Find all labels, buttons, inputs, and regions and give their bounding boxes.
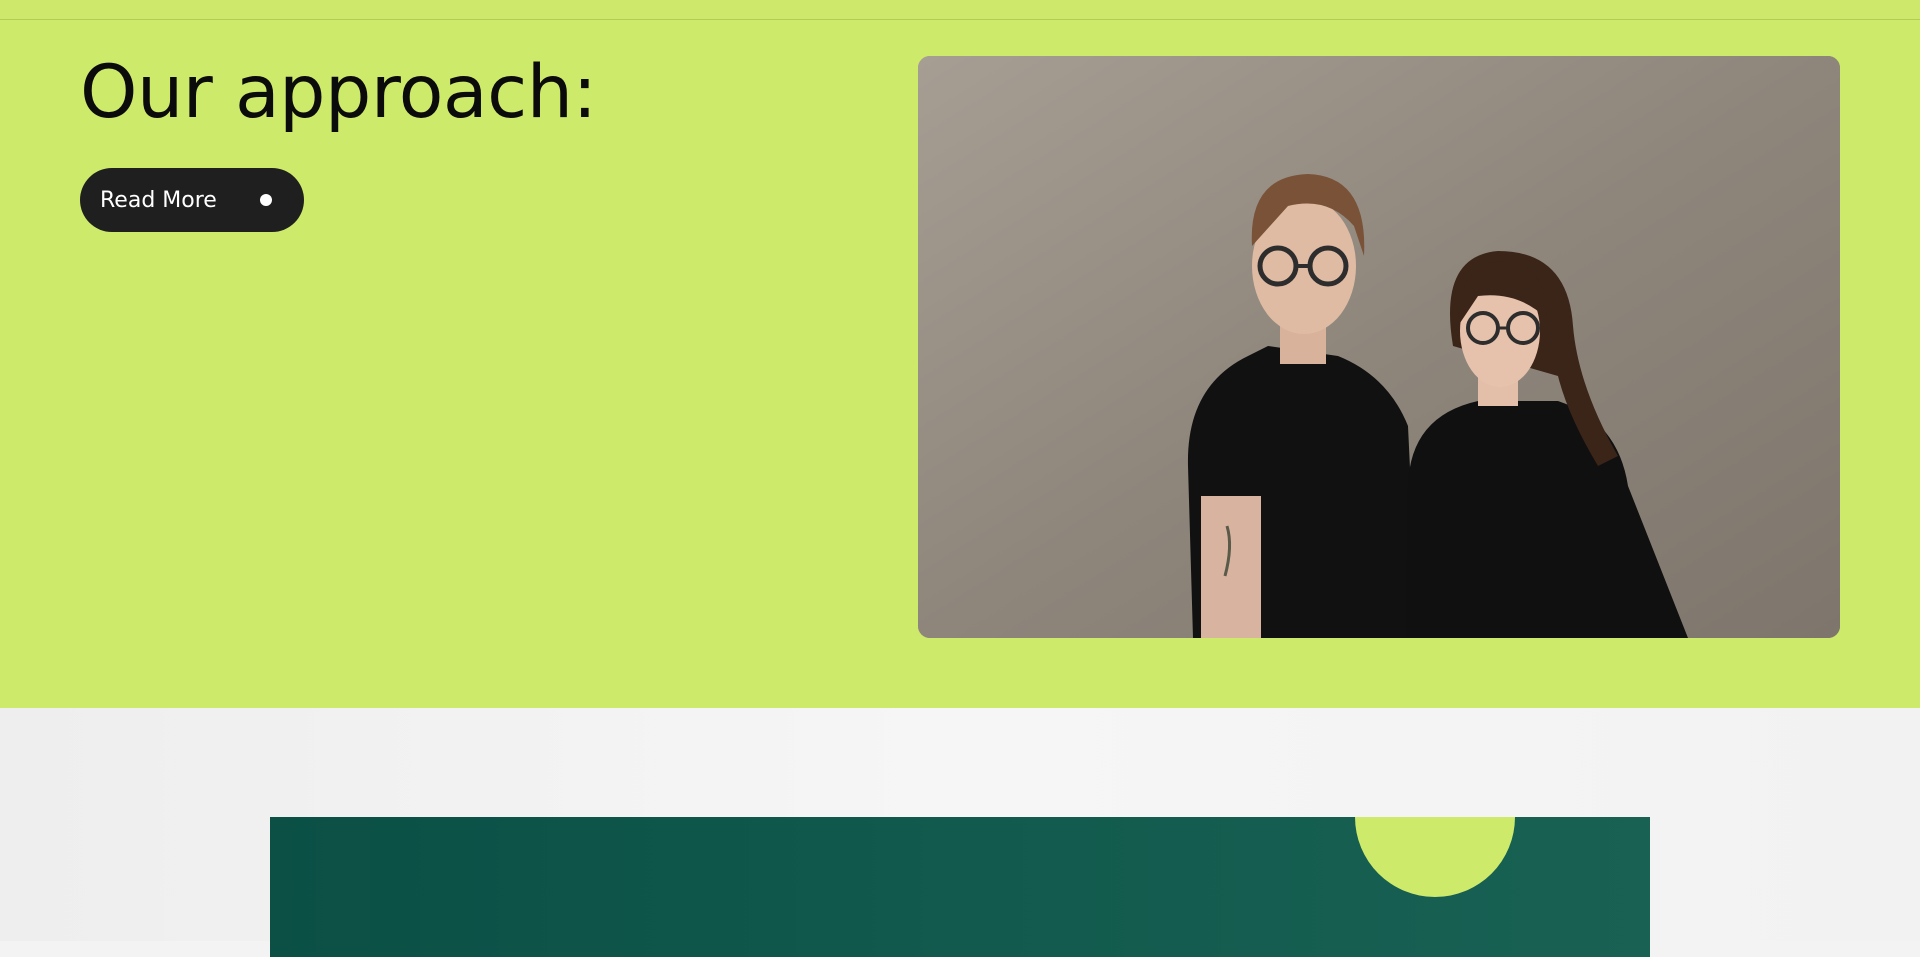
lower-section bbox=[0, 708, 1920, 957]
team-photo bbox=[918, 56, 1840, 638]
approach-section: Our approach: Read More bbox=[0, 20, 1920, 708]
read-more-button[interactable]: Read More bbox=[80, 168, 304, 232]
top-divider bbox=[0, 0, 1920, 20]
teal-banner bbox=[270, 817, 1650, 957]
dot-icon bbox=[260, 194, 272, 206]
section-title: Our approach: bbox=[80, 50, 597, 135]
read-more-label: Read More bbox=[100, 187, 217, 213]
lime-circle-decoration bbox=[1355, 817, 1515, 897]
